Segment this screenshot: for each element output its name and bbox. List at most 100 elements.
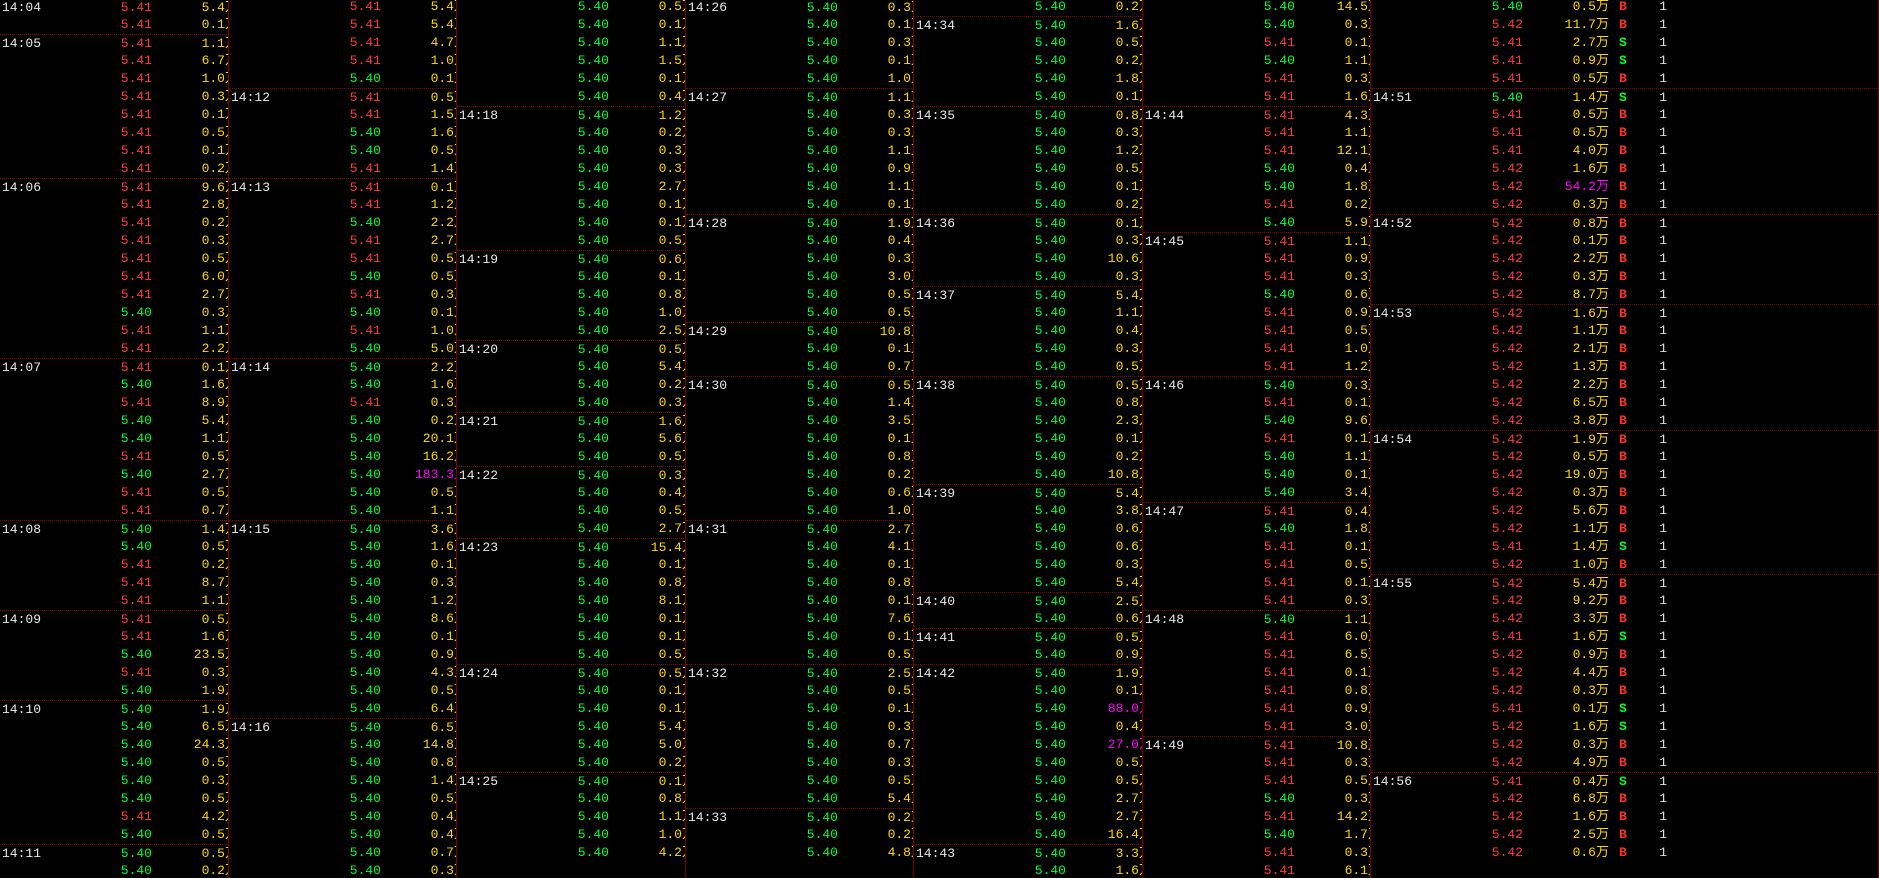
tick-price: 5.41: [120, 575, 152, 590]
tick-volume-unit: 万: [1595, 809, 1609, 824]
tick-volume-value: 0.3: [1572, 197, 1596, 212]
tick-volume: 0.4万: [1301, 503, 1370, 521]
tick-volume: 11.7万: [1529, 16, 1609, 34]
tick-price: 5.40: [806, 359, 838, 374]
tick-volume: 0.3万: [844, 0, 913, 17]
tick-volume: 0.6万: [1529, 844, 1609, 862]
tick-price: 5.42: [1491, 593, 1523, 608]
tick-price: 5.41: [1263, 738, 1295, 753]
tick-volume: 0.3万: [615, 394, 685, 412]
tick-price: 5.40: [120, 377, 152, 392]
tick-count: 1: [1659, 0, 1667, 14]
tick-row: 5.410.3万B1: [0, 232, 228, 250]
tick-count: 1: [1659, 683, 1667, 698]
tick-price: 5.42: [1491, 17, 1523, 32]
tick-price: 5.40: [349, 791, 381, 806]
tick-volume-unit: 万: [1595, 774, 1609, 789]
tick-volume-value: 1.9: [887, 216, 911, 231]
tick-time: 14:45: [1145, 234, 1185, 249]
tick-volume-value: 0.1: [887, 701, 911, 716]
tick-volume-value: 1.1: [1572, 323, 1596, 338]
tick-volume: 2.2万: [1529, 376, 1609, 394]
tick-price: 5.40: [1034, 737, 1066, 752]
tick-row: 5.401.1万S3: [1143, 52, 1370, 70]
tick-price: 5.40: [577, 791, 609, 806]
tick-volume: 0.1万: [1301, 574, 1370, 592]
tick-row: 5.401.2万B2: [229, 592, 456, 610]
tick-volume: 6.5万: [1529, 394, 1609, 412]
tick-volume: 2.5万: [844, 665, 913, 683]
tick-volume: 0.1万: [844, 430, 913, 448]
tick-volume-value: 0.5: [658, 0, 682, 14]
tick-price: 5.40: [806, 557, 838, 572]
tick-volume: 3.0万: [1301, 718, 1370, 736]
tick-side: S: [1619, 774, 1627, 789]
tick-volume: 0.5万: [615, 448, 685, 466]
tick-volume: 0.4万: [1529, 773, 1609, 791]
tick-volume: 0.1万: [158, 142, 228, 160]
tick-price: 5.41: [1263, 125, 1295, 140]
tick-volume: 0.5万: [1072, 358, 1142, 376]
tick-price: 5.40: [577, 17, 609, 32]
tick-volume-value: 0.3: [1344, 845, 1368, 860]
tick-volume: 0.8万: [1072, 394, 1142, 412]
tick-volume: 0.1万: [844, 592, 913, 610]
tick-price: 5.41: [1263, 539, 1295, 554]
tick-volume: 1.1万: [615, 808, 685, 826]
tick-volume: 0.3万: [158, 772, 228, 790]
tick-volume: 0.3万: [1072, 124, 1142, 142]
tick-row: 5.401.7万S3: [1143, 826, 1370, 844]
tick-volume-value: 0.6: [1572, 845, 1596, 860]
tick-volume-value: 0.2: [1115, 449, 1139, 464]
tick-volume-value: 23.5: [193, 647, 225, 662]
tick-time: 14:42: [916, 666, 956, 681]
tick-price: 5.40: [1034, 233, 1066, 248]
tick-volume-value: 20.1: [422, 431, 454, 446]
tick-row: 5.400.3万B1: [229, 574, 456, 592]
tick-price: 5.40: [577, 809, 609, 824]
tick-volume: 6.5万: [1301, 646, 1370, 664]
tick-time: 14:25: [459, 774, 499, 789]
tick-row: 5.411.4万B1: [229, 160, 456, 178]
tick-volume-unit: 万: [1595, 629, 1609, 644]
tick-volume-value: 0.1: [658, 629, 682, 644]
tick-volume: 0.5万: [1072, 754, 1142, 772]
tick-volume: 0.1万: [1301, 664, 1370, 682]
tick-price: 5.41: [120, 17, 152, 32]
tick-volume-value: 5.0: [658, 737, 682, 752]
tick-price: 5.40: [1034, 773, 1066, 788]
tick-volume-value: 0.8: [658, 791, 682, 806]
tick-volume-unit: 万: [1595, 269, 1609, 284]
tick-row: 5.400.1万B1: [457, 214, 685, 232]
tick-row: 5.410.3万B1: [1143, 592, 1370, 610]
tick-volume-value: 5.4: [201, 0, 225, 15]
tick-volume: 5.4万: [1072, 287, 1142, 305]
tick-volume-unit: 万: [1595, 90, 1609, 105]
tick-volume-unit: 万: [1595, 557, 1609, 572]
tick-volume-value: 0.7: [887, 737, 911, 752]
tick-price: 5.40: [1263, 413, 1295, 428]
tick-price: 5.41: [120, 71, 152, 86]
tick-time: 14:11: [2, 846, 42, 861]
tick-time: 14:48: [1145, 612, 1185, 627]
tick-volume-value: 1.0: [1572, 557, 1596, 572]
tick-row: 5.416.7万B5: [0, 52, 228, 70]
tick-price: 5.40: [120, 413, 152, 428]
tick-row: 5.400.5万B1: [457, 232, 685, 250]
tick-volume: 8.7万: [158, 574, 228, 592]
tick-row: 5.42 1.6万 S 1: [1371, 718, 1878, 736]
tick-row: 14:245.400.5万B1: [457, 664, 685, 683]
tick-price: 5.40: [1034, 323, 1066, 338]
tick-count: 1: [1659, 774, 1667, 789]
tick-row: 14:385.400.5万B1: [914, 376, 1142, 395]
tick-price: 5.41: [1263, 647, 1295, 662]
tick-volume-value: 0.5: [1344, 323, 1368, 338]
tick-volume: 0.5万: [387, 89, 456, 107]
tick-price: 5.40: [1034, 413, 1066, 428]
tick-volume-value: 1.2: [430, 197, 454, 212]
tick-price: 5.40: [349, 539, 381, 554]
tick-time: 14:28: [688, 216, 728, 231]
tick-volume-value: 4.9: [1572, 755, 1596, 770]
tick-price: 5.40: [577, 666, 609, 681]
tick-price: 5.42: [1491, 647, 1523, 662]
